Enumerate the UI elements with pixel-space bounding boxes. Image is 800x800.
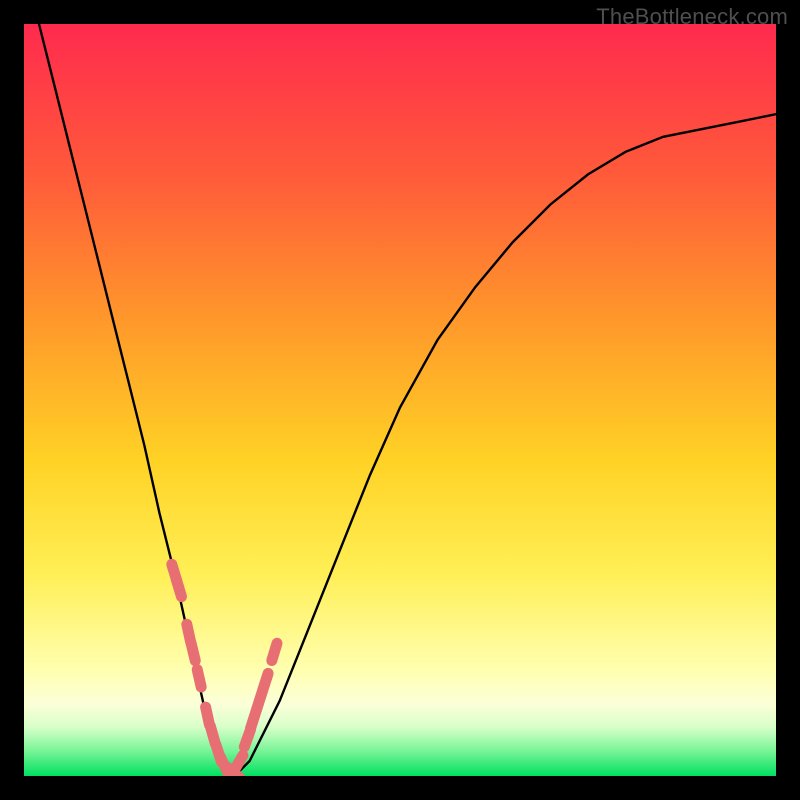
marker-segment (272, 643, 277, 660)
plot-area (24, 24, 776, 776)
marker-segment (197, 670, 201, 688)
chart-frame: TheBottleneck.com (0, 0, 800, 800)
marker-segment (191, 643, 195, 661)
watermark-text: TheBottleneck.com (596, 4, 788, 30)
marker-segment (176, 579, 181, 596)
plot-svg (24, 24, 776, 776)
marker-segment (263, 673, 269, 690)
